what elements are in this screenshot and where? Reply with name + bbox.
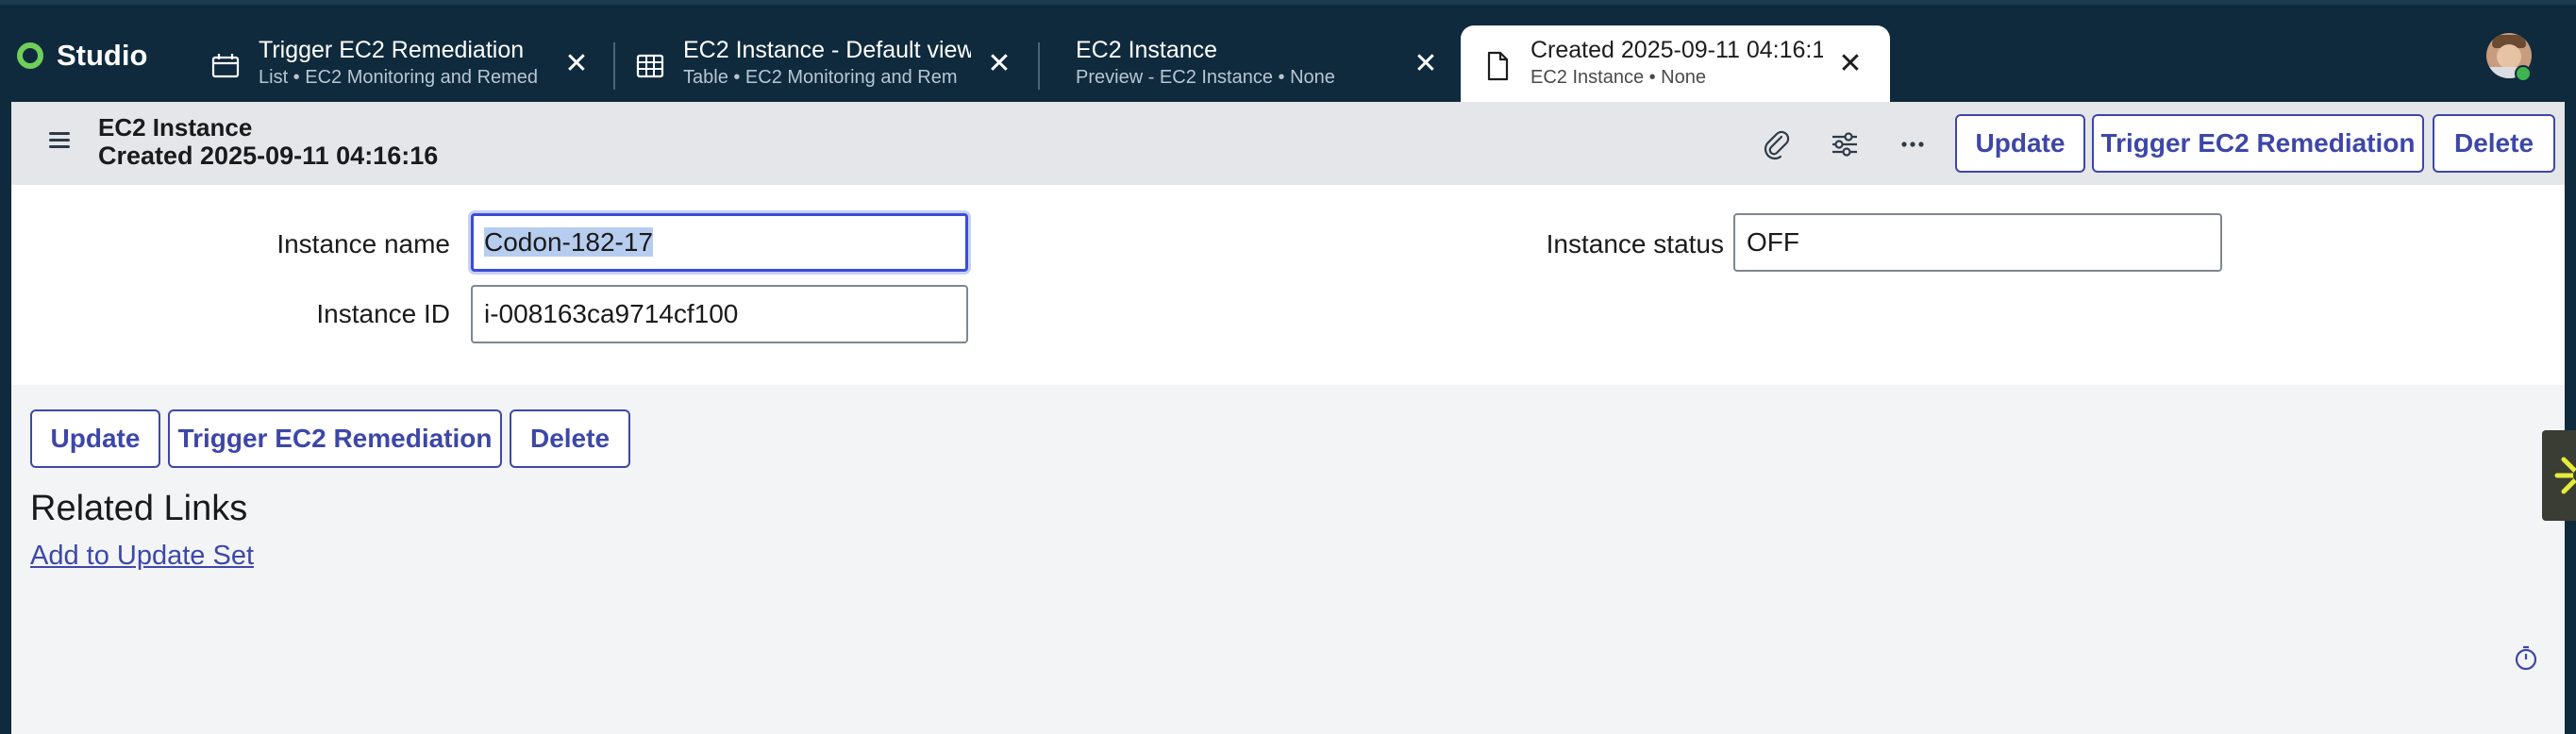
delete-button[interactable]: Delete — [510, 409, 630, 468]
header-trigger-ec2-remediation-button[interactable]: Trigger EC2 Remediation — [2092, 114, 2424, 173]
instance-name-value: Codon-182-17 — [484, 227, 654, 257]
assistant-widget[interactable] — [2542, 430, 2576, 521]
trigger-ec2-remediation-button[interactable]: Trigger EC2 Remediation — [168, 409, 502, 468]
close-icon[interactable]: ✕ — [1410, 48, 1442, 80]
tab-title: Created 2025-09-11 04:16:1 — [1531, 37, 1823, 63]
window-frame-left — [0, 102, 11, 734]
studio-logo[interactable]: Studio — [17, 39, 147, 73]
tab-ec2-instance-preview[interactable]: EC2 Instance Preview - EC2 Instance • No… — [1027, 25, 1451, 107]
close-icon[interactable]: ✕ — [560, 48, 593, 80]
instance-name-field[interactable]: Codon-182-17 — [471, 213, 968, 272]
tab-created-record[interactable]: Created 2025-09-11 04:16:1 EC2 Instance … — [1461, 25, 1890, 107]
record-type-label: EC2 Instance — [98, 113, 253, 142]
instance-status-label: Instance status — [1546, 229, 1724, 259]
window-frame-right — [2565, 102, 2576, 734]
instance-status-field[interactable]: OFF — [1733, 213, 2222, 272]
document-icon — [1487, 51, 1509, 81]
settings-sliders-icon[interactable] — [1829, 128, 1861, 160]
form-footer-area: Update Trigger EC2 Remediation Delete Re… — [11, 385, 2565, 734]
instance-name-label: Instance name — [276, 229, 450, 259]
close-icon[interactable]: ✕ — [983, 48, 1015, 80]
close-icon[interactable]: ✕ — [1834, 48, 1866, 80]
tab-subtitle: Preview - EC2 Instance • None — [1076, 67, 1335, 88]
sparkle-icon — [2554, 457, 2576, 494]
record-title: Created 2025-09-11 04:16:16 — [98, 142, 439, 170]
tab-trigger-ec2-remediation[interactable]: Trigger EC2 Remediation List • EC2 Monit… — [209, 25, 596, 107]
tab-title: Trigger EC2 Remediation — [259, 37, 525, 63]
top-navigation-bar: Studio Trigger EC2 Remediation List • EC… — [0, 0, 2576, 107]
header-delete-button[interactable]: Delete — [2433, 114, 2555, 173]
more-options-icon[interactable] — [1897, 128, 1929, 160]
tab-subtitle: Table • EC2 Monitoring and Rem — [683, 67, 958, 88]
hamburger-menu-icon[interactable] — [49, 132, 70, 149]
timer-icon[interactable] — [2512, 643, 2540, 672]
tab-subtitle: List • EC2 Monitoring and Remed — [259, 67, 539, 88]
tab-title: EC2 Instance - Default view — [683, 37, 971, 63]
record-form: Instance name Codon-182-17 Instance ID i… — [11, 185, 2565, 385]
tab-subtitle: EC2 Instance • None — [1531, 67, 1706, 88]
update-button[interactable]: Update — [30, 409, 160, 468]
header-update-button[interactable]: Update — [1955, 114, 2085, 173]
record-header: EC2 Instance Created 2025-09-11 04:16:16… — [11, 102, 2565, 185]
tab-ec2-instance-default-view[interactable]: EC2 Instance - Default view Table • EC2 … — [634, 25, 1021, 107]
instance-id-field[interactable]: i-008163ca9714cf100 — [471, 285, 968, 343]
studio-logo-icon — [17, 42, 43, 69]
online-status-icon — [2515, 65, 2532, 82]
related-links-heading: Related Links — [30, 489, 248, 528]
tab-divider — [613, 42, 615, 90]
paperclip-icon[interactable] — [1761, 128, 1793, 160]
instance-id-label: Instance ID — [316, 299, 450, 328]
table-icon — [636, 54, 664, 78]
tab-title: EC2 Instance — [1076, 37, 1218, 63]
list-icon — [211, 54, 240, 78]
brand-name: Studio — [57, 39, 148, 72]
add-to-update-set-link[interactable]: Add to Update Set — [30, 541, 254, 572]
